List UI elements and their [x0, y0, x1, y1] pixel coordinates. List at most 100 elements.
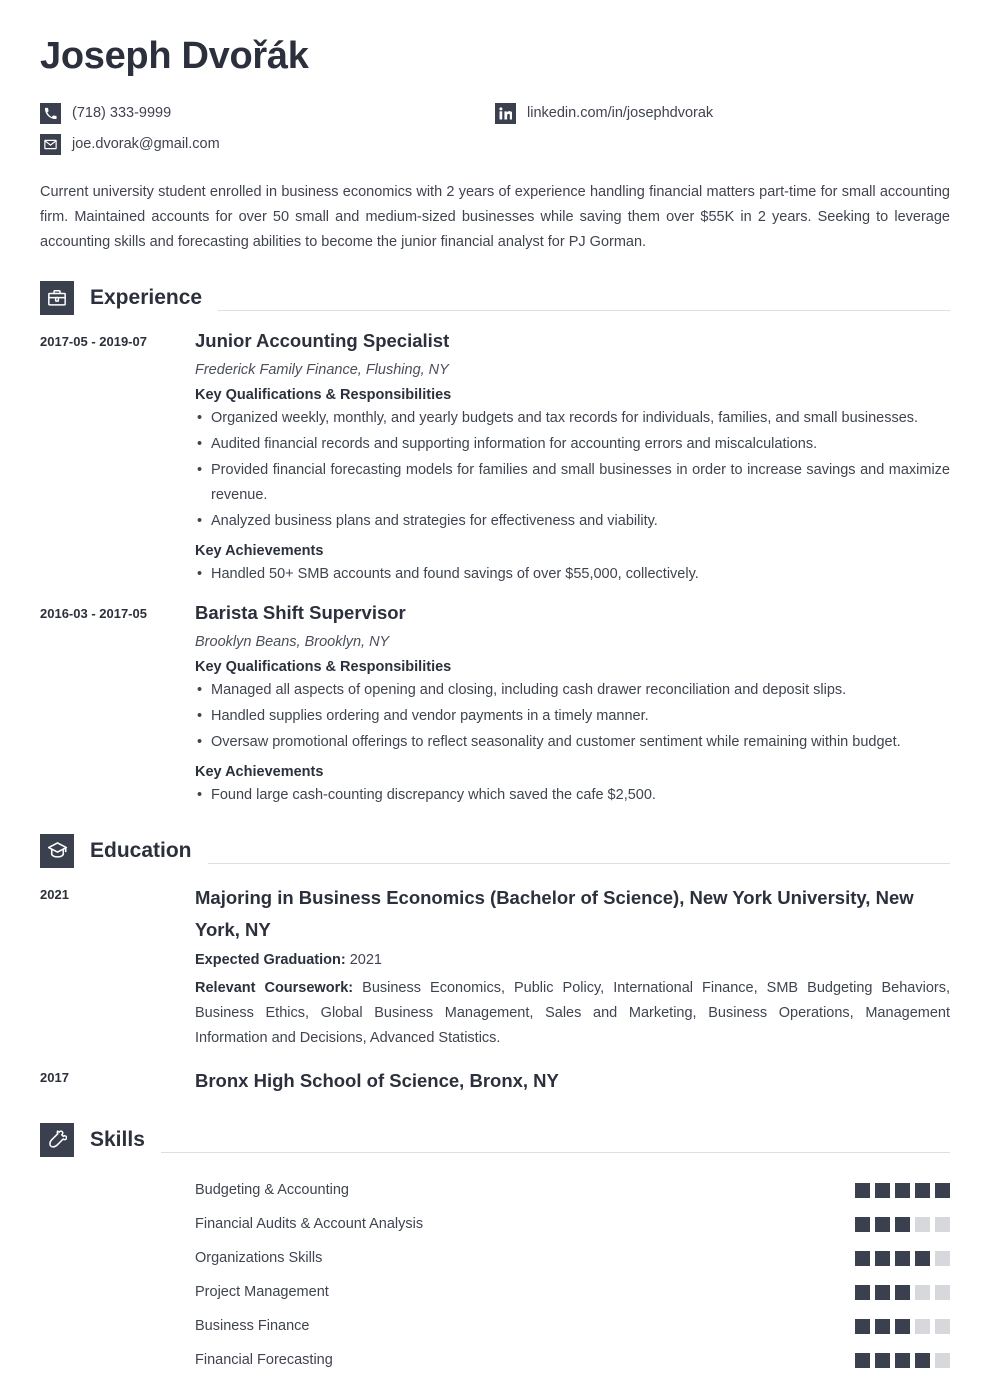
list-item: Handled supplies ordering and vendor pay…: [195, 704, 950, 729]
contact-grid: (718) 333-9999 linkedin.com/in/josephdvo…: [40, 98, 950, 160]
section-title-experience: Experience: [90, 285, 203, 309]
contact-email[interactable]: joe.dvorak@gmail.com: [40, 129, 495, 160]
education-entry-date: 2021: [40, 886, 69, 902]
experience-entry-date: 2016-03 - 2017-05: [40, 605, 147, 621]
rating-square-filled: [855, 1318, 870, 1334]
email-icon: [40, 133, 61, 155]
rating-square-empty: [915, 1318, 930, 1334]
rating-square-filled: [915, 1182, 930, 1198]
rating-square-filled: [895, 1250, 910, 1266]
page-title: Joseph Dvořák: [40, 35, 309, 77]
section-divider: [218, 309, 950, 311]
professional-summary: Current university student enrolled in b…: [40, 183, 950, 250]
experience-entry: 2017-05 - 2019-07 Junior Accounting Spec…: [40, 329, 950, 587]
skills-list: Budgeting & Accounting Financial Audits …: [40, 1173, 950, 1377]
rating-square-filled: [875, 1250, 890, 1266]
section-divider: [160, 1152, 950, 1154]
education-entry-body: Bronx High School of Science, Bronx, NY: [195, 1065, 950, 1097]
education-entry-body: Majoring in Business Economics (Bachelor…: [195, 882, 950, 1052]
skill-row: Budgeting & Accounting: [40, 1173, 950, 1207]
school-title: Bronx High School of Science, Bronx, NY: [195, 1070, 559, 1092]
relevant-coursework: Relevant Coursework: Business Economics,…: [195, 976, 950, 1051]
skill-name: Organizations Skills: [195, 1250, 323, 1267]
skill-row: Business Finance: [40, 1309, 950, 1343]
contact-linkedin[interactable]: linkedin.com/in/josephdvorak: [495, 98, 950, 129]
skill-row: Financial Audits & Account Analysis: [40, 1207, 950, 1241]
experience-entry-body: Junior Accounting Specialist Frederick F…: [195, 329, 950, 587]
section-divider: [207, 862, 950, 864]
skill-rating: [855, 1352, 950, 1368]
section-header-education: Education: [40, 833, 950, 868]
skill-name: Financial Audits & Account Analysis: [195, 1216, 424, 1233]
graduation-cap-icon: [40, 833, 74, 868]
rating-square-filled: [895, 1318, 910, 1334]
achievements-list: Found large cash-counting discrepancy wh…: [195, 783, 950, 808]
list-item: Audited financial records and supporting…: [195, 432, 950, 457]
expected-graduation-label: Expected Graduation:: [195, 952, 346, 969]
rating-square-filled: [855, 1182, 870, 1198]
rating-square-empty: [935, 1318, 950, 1334]
skill-name: Project Management: [195, 1284, 329, 1301]
skill-row: Project Management: [40, 1275, 950, 1309]
list-item: Provided financial forecasting models fo…: [195, 458, 950, 508]
rating-square-filled: [895, 1284, 910, 1300]
phone-icon: [40, 102, 61, 124]
section-title-skills: Skills: [90, 1128, 145, 1152]
list-item: Organized weekly, monthly, and yearly bu…: [195, 406, 950, 431]
education-entry: 2017 Bronx High School of Science, Bronx…: [40, 1065, 950, 1097]
skill-name: Budgeting & Accounting: [195, 1182, 349, 1199]
rating-square-filled: [895, 1182, 910, 1198]
rating-square-empty: [915, 1284, 930, 1300]
list-item: Analyzed business plans and strategies f…: [195, 509, 950, 534]
skill-name: Financial Forecasting: [195, 1352, 333, 1369]
expected-graduation: Expected Graduation: 2021: [195, 948, 950, 973]
contact-linkedin-value: linkedin.com/in/josephdvorak: [527, 105, 714, 122]
qualifications-heading: Key Qualifications & Responsibilities: [195, 658, 452, 675]
education-entry-date: 2017: [40, 1070, 69, 1086]
job-title: Barista Shift Supervisor: [195, 601, 406, 623]
experience-entry: 2016-03 - 2017-05 Barista Shift Supervis…: [40, 601, 950, 808]
rating-square-empty: [935, 1352, 950, 1368]
rating-square-filled: [855, 1352, 870, 1368]
qualifications-list: Managed all aspects of opening and closi…: [195, 678, 950, 755]
list-item: Managed all aspects of opening and closi…: [195, 678, 950, 703]
rating-square-filled: [875, 1352, 890, 1368]
briefcase-icon: [40, 280, 74, 315]
contact-phone-value: (718) 333-9999: [72, 105, 172, 122]
resume-page: Joseph Dvořák (718) 333-9999 linkedin.co…: [0, 0, 990, 1400]
degree-title: Majoring in Business Economics (Bachelor…: [195, 886, 914, 940]
section-header-skills: Skills: [40, 1123, 950, 1158]
achievements-heading: Key Achievements: [195, 542, 324, 559]
rating-square-filled: [875, 1216, 890, 1232]
contact-phone[interactable]: (718) 333-9999: [40, 98, 495, 129]
rating-square-filled: [855, 1216, 870, 1232]
qualifications-heading: Key Qualifications & Responsibilities: [195, 386, 452, 403]
puzzle-piece-icon: [40, 1123, 74, 1158]
rating-square-empty: [915, 1216, 930, 1232]
skill-row: Organizations Skills: [40, 1241, 950, 1275]
rating-square-filled: [875, 1182, 890, 1198]
rating-square-filled: [895, 1216, 910, 1232]
rating-square-filled: [855, 1250, 870, 1266]
list-item: Handled 50+ SMB accounts and found savin…: [195, 562, 950, 587]
rating-square-empty: [935, 1216, 950, 1232]
rating-square-filled: [855, 1284, 870, 1300]
skill-rating: [855, 1182, 950, 1198]
expected-graduation-value: 2021: [349, 952, 382, 969]
skill-row: Financial Forecasting: [40, 1343, 950, 1377]
rating-square-filled: [875, 1318, 890, 1334]
achievements-list: Handled 50+ SMB accounts and found savin…: [195, 562, 950, 587]
experience-entry-date: 2017-05 - 2019-07: [40, 333, 147, 349]
rating-square-empty: [935, 1284, 950, 1300]
achievements-heading: Key Achievements: [195, 763, 324, 780]
rating-square-filled: [915, 1250, 930, 1266]
job-title: Junior Accounting Specialist: [195, 329, 450, 351]
rating-square-filled: [935, 1182, 950, 1198]
skill-rating: [855, 1216, 950, 1232]
job-employer: Brooklyn Beans, Brooklyn, NY: [195, 633, 390, 650]
skill-rating: [855, 1318, 950, 1334]
list-item: Oversaw promotional offerings to reflect…: [195, 730, 950, 755]
skill-rating: [855, 1250, 950, 1266]
list-item: Found large cash-counting discrepancy wh…: [195, 783, 950, 808]
rating-square-filled: [915, 1352, 930, 1368]
